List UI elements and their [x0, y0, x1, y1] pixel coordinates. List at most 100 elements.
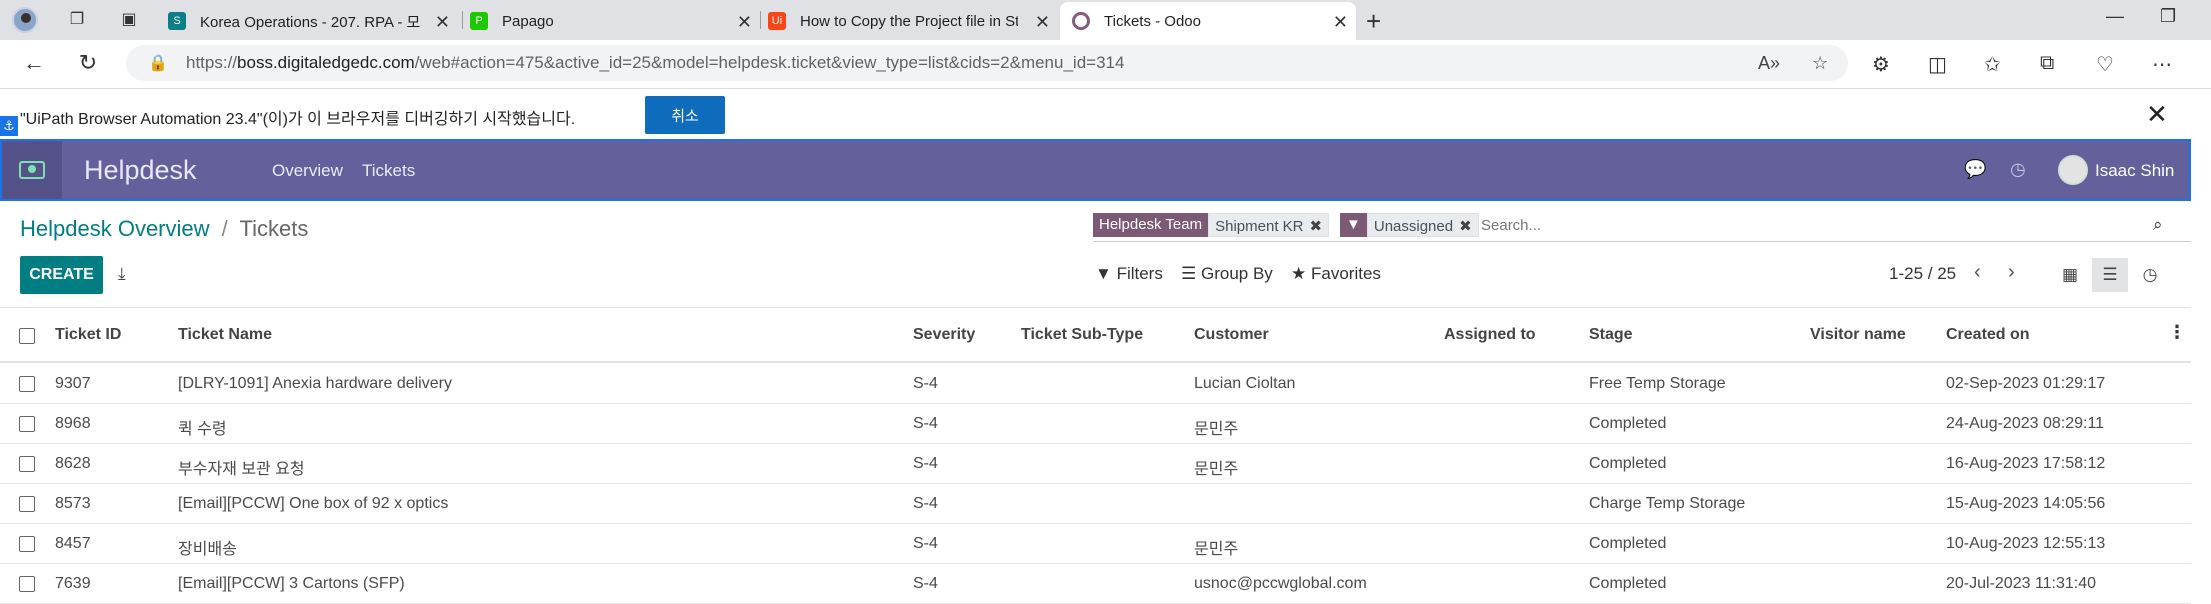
table-row[interactable]: 8573 [Email][PCCW] One box of 92 x optic…: [0, 484, 2191, 524]
table-header: Ticket ID Ticket Name Severity Ticket Su…: [0, 307, 2191, 363]
column-ticket-id[interactable]: Ticket ID: [55, 326, 121, 344]
back-icon[interactable]: ←: [20, 50, 48, 76]
download-icon[interactable]: ⤓: [118, 264, 126, 284]
cell-ticket-name: [DLRY-1091] Anexia hardware delivery: [178, 375, 452, 392]
table-row[interactable]: 8628 부수자재 보관 요청 S-4 문민주 Completed 16-Aug…: [0, 444, 2191, 484]
cell-customer: 문민주: [1194, 461, 1239, 478]
optional-columns-icon[interactable]: ⋮: [2168, 322, 2186, 343]
anchor-icon: ⚓: [0, 116, 18, 136]
favorite-star-icon[interactable]: ☆: [1812, 53, 1828, 74]
papago-icon: P: [470, 12, 488, 30]
url-field[interactable]: 🔒 https://boss.digitaledgedc.com/web#act…: [126, 45, 1848, 81]
row-checkbox[interactable]: [19, 456, 35, 472]
nav-tickets[interactable]: Tickets: [362, 161, 415, 181]
tab-title: Korea Operations - 207. RPA - 모: [200, 13, 421, 31]
cell-ticket-name: 퀵 수령: [178, 421, 227, 438]
more-menu-icon[interactable]: ⋯: [2152, 52, 2172, 77]
nav-overview[interactable]: Overview: [272, 161, 343, 181]
breadcrumb-helpdesk-overview[interactable]: Helpdesk Overview: [20, 216, 210, 241]
browser-tab-papago[interactable]: P Papago ✕: [470, 2, 760, 40]
row-checkbox[interactable]: [19, 496, 35, 512]
activity-clock-icon[interactable]: ◷: [2010, 159, 2026, 180]
close-icon[interactable]: ✕: [435, 12, 450, 33]
split-screen-icon[interactable]: ◫: [1928, 52, 1947, 77]
row-checkbox[interactable]: [19, 376, 35, 392]
favorites-icon[interactable]: ✩: [1984, 52, 2001, 77]
messaging-icon[interactable]: 💬: [1964, 159, 1986, 180]
cell-created-on: 15-Aug-2023 14:05:56: [1946, 495, 2106, 512]
cell-severity: S-4: [913, 575, 938, 592]
pager-next-icon[interactable]: ›: [2008, 261, 2015, 284]
column-created-on[interactable]: Created on: [1946, 326, 2030, 344]
cell-ticket-name: [Email][PCCW] One box of 92 x optics: [178, 495, 449, 512]
minimize-icon[interactable]: —: [2106, 6, 2124, 27]
filters-dropdown[interactable]: ▼ Filters: [1095, 264, 1163, 284]
row-checkbox[interactable]: [19, 416, 35, 432]
column-visitor-name[interactable]: Visitor name: [1810, 326, 1906, 344]
close-icon[interactable]: ✕: [1035, 12, 1050, 33]
cell-customer: 문민주: [1194, 421, 1239, 438]
column-ticket-name[interactable]: Ticket Name: [178, 326, 272, 344]
search-input[interactable]: [1481, 214, 2131, 236]
cell-severity: S-4: [913, 375, 938, 392]
cell-ticket-name: 장비배송: [178, 541, 237, 558]
breadcrumb: Helpdesk Overview / Tickets: [20, 216, 308, 242]
remove-facet-icon[interactable]: ✖: [1459, 218, 1472, 235]
cell-severity: S-4: [913, 535, 938, 552]
new-tab-icon[interactable]: +: [1366, 6, 1381, 37]
user-name[interactable]: Isaac Shin: [2095, 161, 2174, 181]
cell-created-on: 24-Aug-2023 08:29:11: [1946, 415, 2105, 432]
create-button[interactable]: CREATE: [20, 256, 103, 294]
tab-actions-icon[interactable]: ▣: [118, 9, 140, 31]
favorites-dropdown[interactable]: ★ Favorites: [1291, 264, 1381, 284]
apps-menu-icon[interactable]: [2, 141, 62, 199]
avatar[interactable]: [2058, 155, 2088, 185]
facet-value: Shipment KR ✖: [1208, 213, 1330, 237]
browser-essentials-icon[interactable]: ♡: [2096, 52, 2114, 77]
read-aloud-icon[interactable]: A»: [1758, 53, 1780, 74]
extensions-icon[interactable]: ⚙: [1872, 52, 1890, 77]
search-icon[interactable]: ⌕: [2153, 215, 2163, 235]
facet-label: Helpdesk Team: [1093, 213, 1209, 237]
table-row[interactable]: 9307 [DLRY-1091] Anexia hardware deliver…: [0, 364, 2191, 404]
table-row[interactable]: 8457 장비배송 S-4 문민주 Completed 10-Aug-2023 …: [0, 524, 2191, 564]
column-severity[interactable]: Severity: [913, 326, 975, 344]
column-assigned-to[interactable]: Assigned to: [1444, 326, 1536, 344]
row-checkbox[interactable]: [19, 576, 35, 592]
column-stage[interactable]: Stage: [1589, 326, 1633, 344]
pager-value[interactable]: 1-25 / 25: [1889, 264, 1956, 284]
browser-tab-uipath[interactable]: Ui How to Copy the Project file in St ✕: [768, 2, 1058, 40]
refresh-icon[interactable]: ↻: [74, 50, 102, 76]
list-view-icon[interactable]: ☰: [2092, 258, 2128, 292]
cell-ticket-id: 8628: [55, 455, 91, 472]
star-icon: ★: [1291, 264, 1307, 283]
activity-view-icon[interactable]: ◷: [2132, 258, 2168, 292]
row-checkbox[interactable]: [19, 536, 35, 552]
workspaces-icon[interactable]: ❐: [66, 9, 88, 31]
profile-avatar[interactable]: [12, 7, 38, 33]
browser-tab-korea-operations[interactable]: S Korea Operations - 207. RPA - 모 ✕: [168, 2, 458, 40]
pager-previous-icon[interactable]: ‹: [1974, 261, 1981, 284]
app-name[interactable]: Helpdesk: [84, 155, 197, 186]
cell-ticket-id: 8968: [55, 415, 91, 432]
cancel-button[interactable]: 취소: [645, 96, 725, 134]
browser-tab-odoo[interactable]: Tickets - Odoo ✕: [1060, 2, 1356, 40]
table-row[interactable]: 7639 [Email][PCCW] 3 Cartons (SFP) S-4 u…: [0, 564, 2191, 604]
group-by-dropdown[interactable]: ☰ Group By: [1181, 264, 1273, 284]
column-ticket-sub-type[interactable]: Ticket Sub-Type: [1021, 326, 1143, 344]
select-all-checkbox[interactable]: [19, 328, 35, 344]
table-row[interactable]: 8968 퀵 수령 S-4 문민주 Completed 24-Aug-2023 …: [0, 404, 2191, 444]
search-facet-helpdesk-team: Helpdesk Team Shipment KR ✖: [1093, 213, 1330, 237]
close-icon[interactable]: ✕: [737, 12, 752, 33]
remove-facet-icon[interactable]: ✖: [1310, 218, 1323, 235]
search-facet-filter: ▼ Unassigned ✖: [1340, 213, 1479, 237]
kanban-view-icon[interactable]: ▦: [2052, 258, 2088, 292]
close-icon[interactable]: ✕: [1333, 12, 1348, 33]
odoo-icon: [1072, 12, 1090, 30]
collections-icon[interactable]: ⧉: [2040, 52, 2054, 75]
restore-icon[interactable]: ❐: [2160, 6, 2176, 27]
close-icon[interactable]: ✕: [2146, 99, 2168, 130]
filter-icon: ▼: [1095, 264, 1112, 283]
cell-customer: usnoc@pccwglobal.com: [1194, 575, 1367, 592]
column-customer[interactable]: Customer: [1194, 326, 1269, 344]
